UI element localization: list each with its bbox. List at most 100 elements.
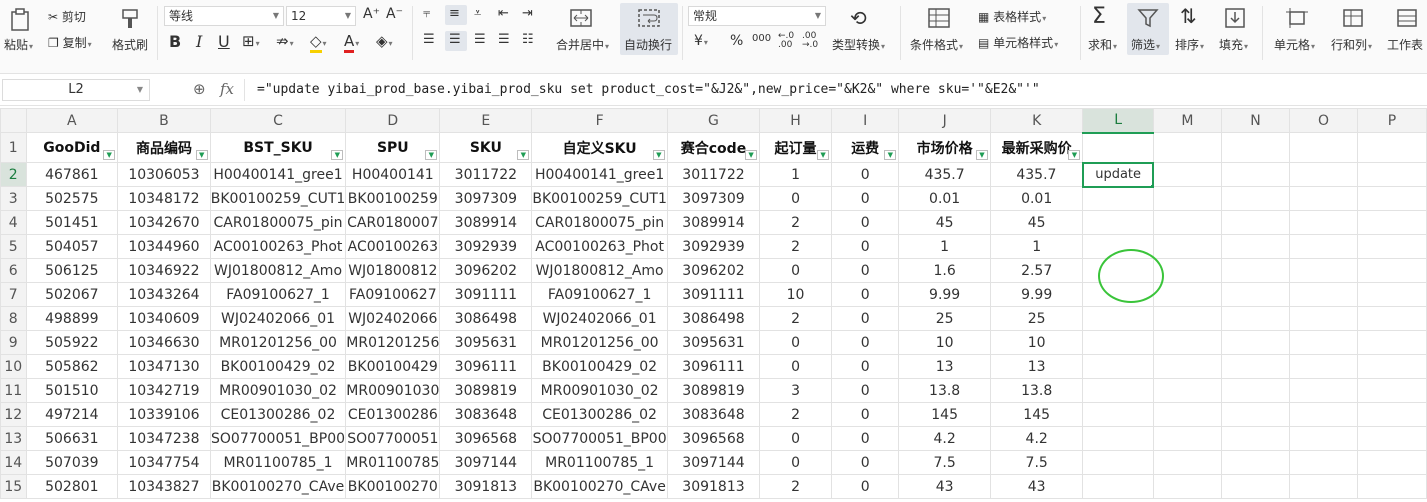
cell[interactable]: 10347754: [117, 450, 211, 475]
cell[interactable]: 3089819: [439, 378, 533, 403]
cell[interactable]: 3086498: [666, 306, 761, 331]
italic-icon[interactable]: I: [196, 32, 202, 51]
cell[interactable]: 498899: [25, 306, 119, 331]
cell[interactable]: 3097144: [666, 450, 761, 475]
thousands-icon[interactable]: 000: [752, 33, 771, 44]
cell[interactable]: CAR01800075_pin: [209, 210, 347, 235]
currency-icon[interactable]: ¥▾: [694, 33, 708, 49]
cell[interactable]: SO07700051: [345, 426, 441, 451]
cell[interactable]: 0: [831, 234, 900, 259]
cell[interactable]: 1: [759, 162, 833, 187]
cell[interactable]: BK00100270_CAve: [209, 474, 347, 499]
column-header-d[interactable]: D: [345, 108, 441, 133]
paste-button[interactable]: 粘贴▾: [4, 36, 33, 53]
cell[interactable]: MR01201256_00: [209, 330, 347, 355]
cell[interactable]: 0: [759, 330, 833, 355]
percent-icon[interactable]: %: [730, 33, 743, 49]
column-header-f[interactable]: F: [531, 108, 668, 133]
cell[interactable]: 10346630: [117, 330, 211, 355]
cell[interactable]: [1357, 450, 1427, 475]
cut-button[interactable]: ✂ 剪切: [48, 8, 86, 25]
cell[interactable]: [1082, 234, 1154, 259]
cell[interactable]: 3096568: [439, 426, 533, 451]
cell[interactable]: 3: [759, 378, 833, 403]
underline-icon[interactable]: U: [218, 32, 230, 51]
cell[interactable]: 0: [831, 426, 900, 451]
cell[interactable]: [1152, 330, 1222, 355]
row-header[interactable]: 10: [0, 354, 27, 379]
cell[interactable]: 0: [831, 330, 900, 355]
cell[interactable]: 3091813: [439, 474, 533, 499]
cell[interactable]: [1152, 426, 1222, 451]
cell[interactable]: FA09100627_1: [209, 282, 347, 307]
cell[interactable]: 0: [831, 282, 900, 307]
indent-decrease-icon[interactable]: ⇤: [498, 6, 509, 21]
cell[interactable]: BK00100429_02: [531, 354, 668, 379]
decrease-font-icon[interactable]: A⁻: [386, 6, 403, 22]
cell[interactable]: 435.7: [989, 162, 1084, 187]
cell[interactable]: [1357, 306, 1427, 331]
column-header-b[interactable]: B: [117, 108, 211, 133]
cell[interactable]: FA09100627: [345, 282, 441, 307]
cell[interactable]: BK00100270_CAve: [531, 474, 668, 499]
cell[interactable]: SO07700051_BP00: [209, 426, 347, 451]
cell[interactable]: [1288, 330, 1359, 355]
merge-center-icon[interactable]: [568, 6, 594, 30]
sort-button[interactable]: 排序▾: [1175, 36, 1204, 53]
cell[interactable]: SO07700051_BP00: [531, 426, 668, 451]
fill-handle[interactable]: [1150, 183, 1152, 185]
cell[interactable]: [1082, 186, 1154, 211]
align-middle-icon[interactable]: ≡: [449, 6, 460, 21]
cell[interactable]: [1152, 402, 1222, 427]
row-header[interactable]: 5: [0, 234, 27, 259]
cell[interactable]: [1220, 450, 1290, 475]
align-top-icon[interactable]: ⫧: [423, 6, 430, 21]
cell[interactable]: 3091813: [666, 474, 761, 499]
cell[interactable]: 506125: [25, 258, 119, 283]
cell[interactable]: 3091111: [439, 282, 533, 307]
column-header-p[interactable]: P: [1357, 108, 1427, 133]
cell[interactable]: [1357, 378, 1427, 403]
cell[interactable]: 435.7: [898, 162, 991, 187]
cell[interactable]: 10347238: [117, 426, 211, 451]
column-header-c[interactable]: C: [209, 108, 347, 133]
cell[interactable]: 0: [831, 450, 900, 475]
cell[interactable]: 13: [989, 354, 1084, 379]
cell[interactable]: 2: [759, 474, 833, 499]
header-cell[interactable]: 运费 ▼: [831, 132, 900, 163]
cell[interactable]: [1288, 402, 1359, 427]
cell[interactable]: 0: [831, 210, 900, 235]
cell[interactable]: 1: [989, 234, 1084, 259]
cell[interactable]: 3083648: [439, 402, 533, 427]
type-convert-button[interactable]: 类型转换▾: [832, 36, 885, 53]
header-cell[interactable]: 赛合code ▼: [666, 132, 761, 163]
cell[interactable]: 3089914: [439, 210, 533, 235]
cell[interactable]: CE01300286: [345, 402, 441, 427]
cell[interactable]: 0: [831, 162, 900, 187]
cell[interactable]: 506631: [25, 426, 119, 451]
cell[interactable]: 3097144: [439, 450, 533, 475]
cell[interactable]: [1288, 234, 1359, 259]
cell[interactable]: 10: [759, 282, 833, 307]
cell[interactable]: AC00100263: [345, 234, 441, 259]
cell[interactable]: FA09100627_1: [531, 282, 668, 307]
filter-dropdown-icon[interactable]: ▼: [652, 150, 665, 160]
cell[interactable]: [1288, 450, 1359, 475]
align-left-icon[interactable]: ☰: [423, 32, 435, 47]
zoom-icon[interactable]: ⊕: [193, 80, 206, 98]
cell[interactable]: H00400141: [345, 162, 441, 187]
cell[interactable]: 467861: [25, 162, 119, 187]
cell[interactable]: MR00901030_02: [531, 378, 668, 403]
cell[interactable]: 502575: [25, 186, 119, 211]
row-header[interactable]: 14: [0, 450, 27, 475]
cell[interactable]: [1152, 162, 1222, 187]
column-header-k[interactable]: K: [989, 108, 1084, 133]
cell[interactable]: BK00100429_02: [209, 354, 347, 379]
cell[interactable]: 505862: [25, 354, 119, 379]
cell[interactable]: [1288, 306, 1359, 331]
row-header[interactable]: 2: [0, 162, 27, 187]
cell[interactable]: 0: [831, 378, 900, 403]
cell[interactable]: [1288, 474, 1359, 499]
cell[interactable]: [1152, 210, 1222, 235]
cell[interactable]: [1152, 234, 1222, 259]
